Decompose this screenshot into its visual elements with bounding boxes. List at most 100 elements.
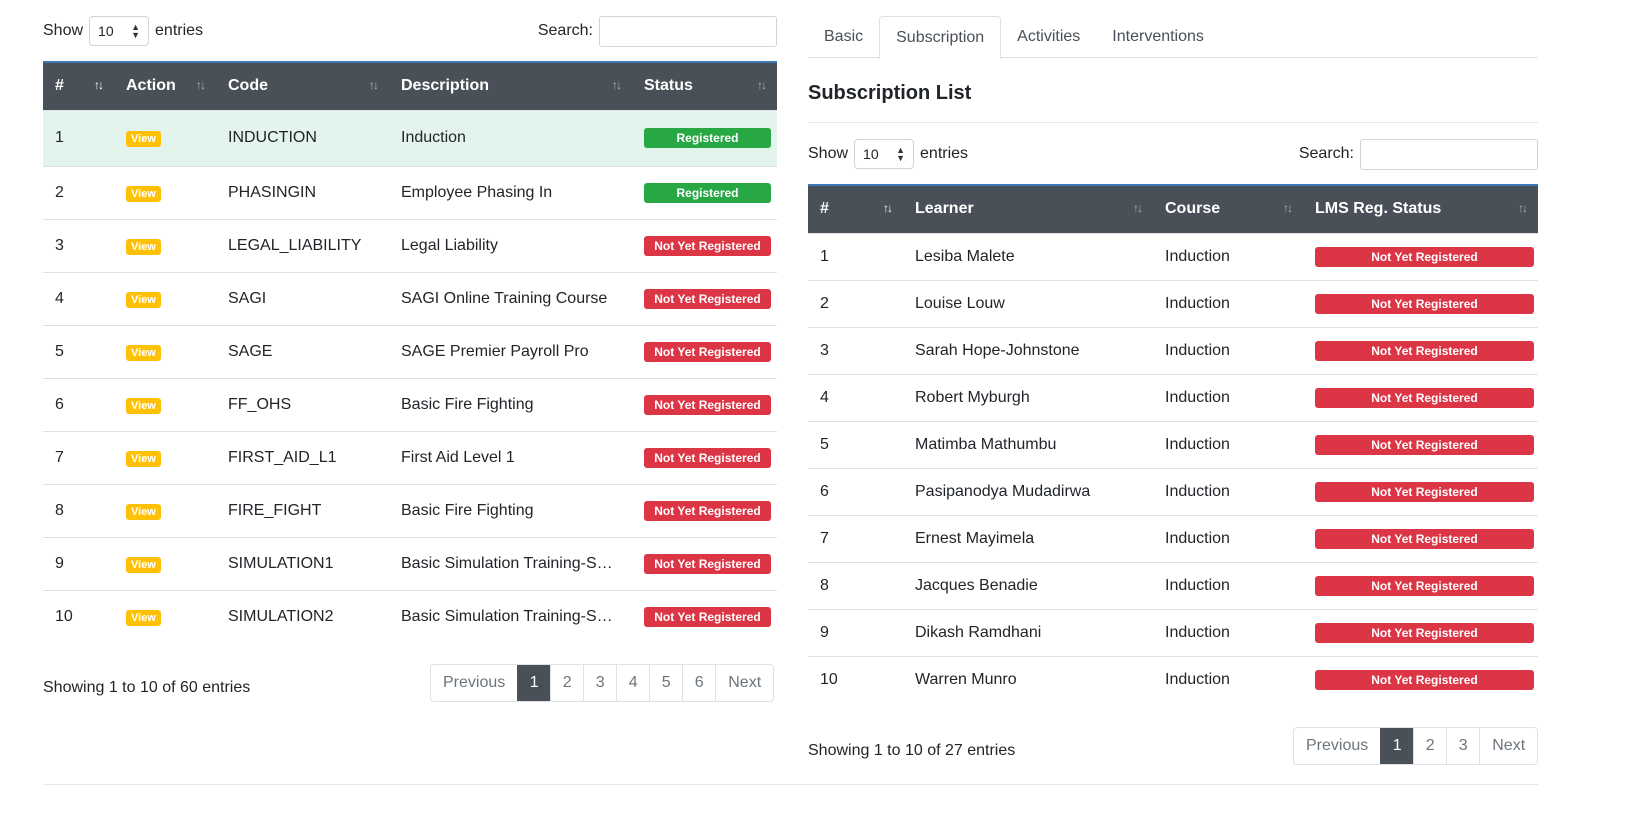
view-button[interactable]: View (126, 450, 161, 467)
status-badge: Not Yet Registered (644, 341, 771, 362)
subscription-list-title: Subscription List (808, 82, 972, 104)
right-search-input[interactable] (1360, 138, 1538, 170)
row-code: PHASINGIN (216, 165, 389, 219)
page-1-button[interactable]: 1 (517, 665, 551, 701)
page-5-button[interactable]: 5 (649, 665, 682, 701)
sort-icon: ↑↓ (883, 201, 893, 215)
status-badge: Not Yet Registered (1315, 293, 1534, 314)
view-button[interactable]: View (126, 397, 161, 414)
left-table: # ↑↓ Action ↑↓ Code ↑↓ Description ↑↓ Status ↑↓ 1… (43, 61, 777, 643)
left-length-select[interactable]: 10 ▲ ▼ (89, 16, 150, 46)
status-badge: Not Yet Registered (1315, 622, 1534, 643)
right-col-lms-reg-status[interactable]: LMS Reg. Status ↑↓ (1303, 184, 1538, 233)
left-table-body: 1 View INDUCTION Induction Registered 2 View PH… (43, 109, 777, 643)
tab-activities[interactable]: Activities (1001, 16, 1096, 58)
right-length-select[interactable]: 10 ▲ ▼ (854, 139, 915, 169)
page-4-button[interactable]: 4 (616, 665, 649, 701)
row-description: Legal Liability (389, 218, 632, 272)
row-description: SAGI Online Training Course (389, 271, 632, 325)
sort-icon: ↑↓ (369, 78, 379, 92)
row-action: View (114, 324, 216, 378)
left-col-description[interactable]: Description ↑↓ (389, 61, 632, 110)
page-6-button[interactable]: 6 (682, 665, 715, 701)
row-status: Not Yet Registered (632, 271, 777, 325)
view-button[interactable]: View (126, 556, 161, 573)
row-course: Induction (1153, 232, 1303, 280)
view-button[interactable]: View (126, 185, 161, 202)
row-status: Not Yet Registered (632, 218, 777, 272)
previous-page-button[interactable]: Previous (431, 665, 517, 701)
row-learner: Sarah Hope-Johnstone (903, 326, 1153, 374)
row-number: 6 (808, 467, 903, 515)
page-3-button[interactable]: 3 (1446, 728, 1479, 764)
left-length-control: Show 10 ▲ ▼ entries (43, 16, 203, 46)
left-controls: Show 10 ▲ ▼ entries Search: (43, 14, 777, 48)
status-badge: Not Yet Registered (644, 394, 771, 415)
left-length-label-pre: Show (43, 22, 84, 39)
row-learner: Warren Munro (903, 655, 1153, 703)
view-button[interactable]: View (126, 609, 161, 626)
left-table-header: # ↑↓ Action ↑↓ Code ↑↓ Description ↑↓ Status ↑↓ (43, 61, 777, 110)
page-2-button[interactable]: 2 (1413, 728, 1446, 764)
row-description: Basic Fire Fighting (389, 483, 632, 537)
row-number: 7 (43, 430, 114, 484)
right-col-num[interactable]: # ↑↓ (808, 184, 903, 233)
left-search-input[interactable] (599, 15, 777, 47)
left-col-action[interactable]: Action ↑↓ (114, 61, 216, 110)
row-number: 8 (808, 561, 903, 609)
row-description: Employee Phasing In (389, 165, 632, 219)
status-badge: Not Yet Registered (644, 288, 771, 309)
page-2-button[interactable]: 2 (550, 665, 583, 701)
table-row: 5 Matimba Mathumbu Induction Not Yet Regist… (808, 420, 1538, 468)
tab-interventions[interactable]: Interventions (1096, 16, 1220, 58)
tab-basic[interactable]: Basic (808, 16, 879, 58)
row-learner: Robert Myburgh (903, 373, 1153, 421)
status-badge: Not Yet Registered (1315, 528, 1534, 549)
table-row: 4 Robert Myburgh Induction Not Yet Register… (808, 373, 1538, 421)
row-status: Not Yet Registered (632, 430, 777, 484)
right-col-course[interactable]: Course ↑↓ (1153, 184, 1303, 233)
right-col-label: Learner (915, 200, 974, 218)
row-action: View (114, 218, 216, 272)
page-1-button[interactable]: 1 (1380, 728, 1414, 764)
left-col-status[interactable]: Status ↑↓ (632, 61, 777, 110)
row-code: FIRST_AID_L1 (216, 430, 389, 484)
right-col-learner[interactable]: Learner ↑↓ (903, 184, 1153, 233)
title-divider (808, 122, 1538, 123)
table-row: 4 View SAGI SAGI Online Training Course Not … (43, 271, 777, 325)
sort-icon: ↑↓ (1283, 201, 1293, 215)
view-button[interactable]: View (126, 238, 161, 255)
row-number: 10 (43, 589, 114, 643)
previous-page-button[interactable]: Previous (1294, 728, 1380, 764)
left-col-code[interactable]: Code ↑↓ (216, 61, 389, 110)
tab-subscription[interactable]: Subscription (879, 16, 1002, 59)
right-search-label: Search: (1298, 145, 1354, 162)
left-col-num[interactable]: # ↑↓ (43, 61, 114, 110)
table-row: 5 View SAGE SAGE Premier Payroll Pro Not Yet… (43, 324, 777, 378)
row-description: Basic Fire Fighting (389, 377, 632, 431)
table-row: 2 View PHASINGIN Employee Phasing In Registe… (43, 165, 777, 219)
left-search-label: Search: (537, 22, 593, 39)
page-3-button[interactable]: 3 (583, 665, 616, 701)
next-page-button[interactable]: Next (1479, 728, 1537, 764)
table-row: 1 Lesiba Malete Induction Not Yet Registere… (808, 232, 1538, 280)
next-page-button[interactable]: Next (715, 665, 773, 701)
view-button[interactable]: View (126, 131, 161, 147)
row-code: FIRE_FIGHT (216, 483, 389, 537)
row-number: 10 (808, 655, 903, 703)
right-search: Search: (1298, 138, 1538, 170)
row-course: Induction (1153, 608, 1303, 656)
view-button[interactable]: View (126, 291, 161, 308)
row-action: View (114, 109, 216, 166)
table-row: 2 Louise Louw Induction Not Yet Registered (808, 279, 1538, 327)
detail-tabs: Basic Subscription Activities Interventions (808, 16, 1538, 59)
row-learner: Matimba Mathumbu (903, 420, 1153, 468)
view-button[interactable]: View (126, 503, 161, 520)
status-badge: Not Yet Registered (1315, 575, 1534, 596)
right-table-header: # ↑↓ Learner ↑↓ Course ↑↓ LMS Reg. Status ↑↓ (808, 184, 1538, 233)
view-button[interactable]: View (126, 344, 161, 361)
right-table-info: Showing 1 to 10 of 27 entries (808, 742, 1016, 759)
row-number: 9 (808, 608, 903, 656)
row-code: SAGI (216, 271, 389, 325)
row-code: LEGAL_LIABILITY (216, 218, 389, 272)
